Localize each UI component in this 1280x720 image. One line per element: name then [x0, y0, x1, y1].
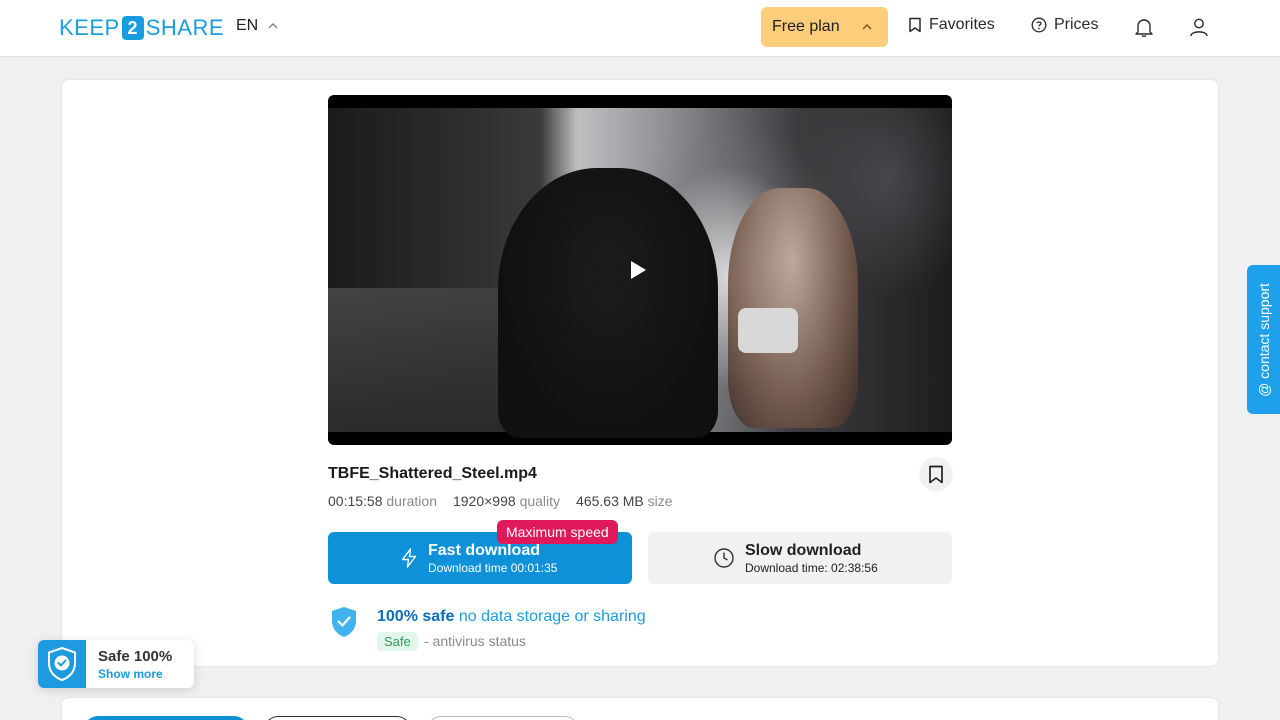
antivirus-status: - antivirus status [424, 633, 526, 649]
bookmark-icon [929, 465, 943, 483]
chevron-up-icon [268, 23, 278, 29]
lightning-icon [401, 548, 417, 568]
safety-title: 100% safe no data storage or sharing [377, 608, 646, 626]
shield-check-icon [48, 646, 76, 682]
bookmark-icon [909, 17, 921, 33]
tab-active[interactable] [84, 716, 248, 720]
logo-keep: KEEP [59, 15, 120, 40]
slow-download-button[interactable]: Slow download Download time: 02:38:56 [648, 532, 952, 584]
help-circle-icon [1031, 17, 1047, 33]
size-value: 465.63 MB [576, 493, 644, 509]
logo-two: 2 [121, 16, 144, 40]
slow-download-title: Slow download [745, 542, 862, 559]
antivirus-tag: Safe [377, 632, 418, 651]
duration-meta: 00:15:58 duration [328, 493, 437, 509]
safe-widget-link[interactable]: Show more [98, 667, 163, 681]
logo-share: SHARE [145, 15, 224, 40]
safety-shield [331, 606, 357, 643]
tab[interactable] [264, 716, 411, 720]
play-icon[interactable] [631, 261, 646, 279]
free-plan-label: Free plan [772, 18, 840, 35]
quality-value: 1920×998 [452, 493, 516, 509]
top-header: KEEP 2 SHARE EN Free plan Favorites Prices [0, 0, 1280, 57]
bell-icon [1135, 19, 1153, 38]
prices-link[interactable]: Prices [1031, 16, 1098, 34]
free-plan-button[interactable]: Free plan [761, 7, 888, 47]
video-scene [738, 308, 798, 353]
chevron-up-icon [862, 24, 872, 30]
site-logo[interactable]: KEEP 2 SHARE [59, 15, 224, 41]
contact-support-label: @ contact support [1255, 282, 1272, 397]
file-name: TBFE_Shattered_Steel.mp4 [328, 465, 537, 482]
favorites-link[interactable]: Favorites [908, 16, 995, 34]
fast-download-title: Fast download [428, 542, 540, 559]
user-icon [1190, 18, 1208, 37]
favorites-label: Favorites [929, 16, 995, 33]
account-button[interactable] [1186, 14, 1212, 40]
duration-label: duration [386, 493, 437, 509]
language-selector[interactable]: EN [236, 17, 278, 35]
safety-title-rest: no data storage or sharing [458, 608, 646, 625]
quality-label: quality [519, 493, 561, 509]
shield-check-icon [332, 607, 356, 637]
safe-widget-shield [38, 640, 86, 688]
duration-value: 00:15:58 [328, 493, 383, 509]
slow-download-time: Download time: 02:38:56 [745, 561, 878, 575]
notifications-button[interactable] [1131, 14, 1157, 40]
quality-meta: 1920×998 quality [453, 493, 560, 509]
maximum-speed-badge: Maximum speed [497, 520, 618, 544]
prices-label: Prices [1054, 16, 1099, 33]
safety-title-bold: 100% safe [377, 608, 455, 625]
safe-widget-title: Safe 100% [98, 648, 173, 665]
size-label: size [647, 493, 673, 509]
bookmark-button[interactable] [919, 457, 953, 491]
tab[interactable] [427, 716, 579, 720]
clock-icon [714, 548, 734, 568]
video-scene [498, 168, 718, 438]
size-meta: 465.63 MB size [576, 493, 673, 509]
language-label: EN [236, 17, 259, 34]
contact-support-tab[interactable]: @ contact support [1247, 265, 1280, 414]
video-player[interactable] [328, 95, 952, 445]
safe-widget[interactable]: Safe 100% Show more [38, 640, 194, 688]
fast-download-time: Download time 00:01:35 [428, 561, 558, 575]
file-meta: 00:15:58 duration 1920×998 quality 465.6… [328, 493, 673, 509]
